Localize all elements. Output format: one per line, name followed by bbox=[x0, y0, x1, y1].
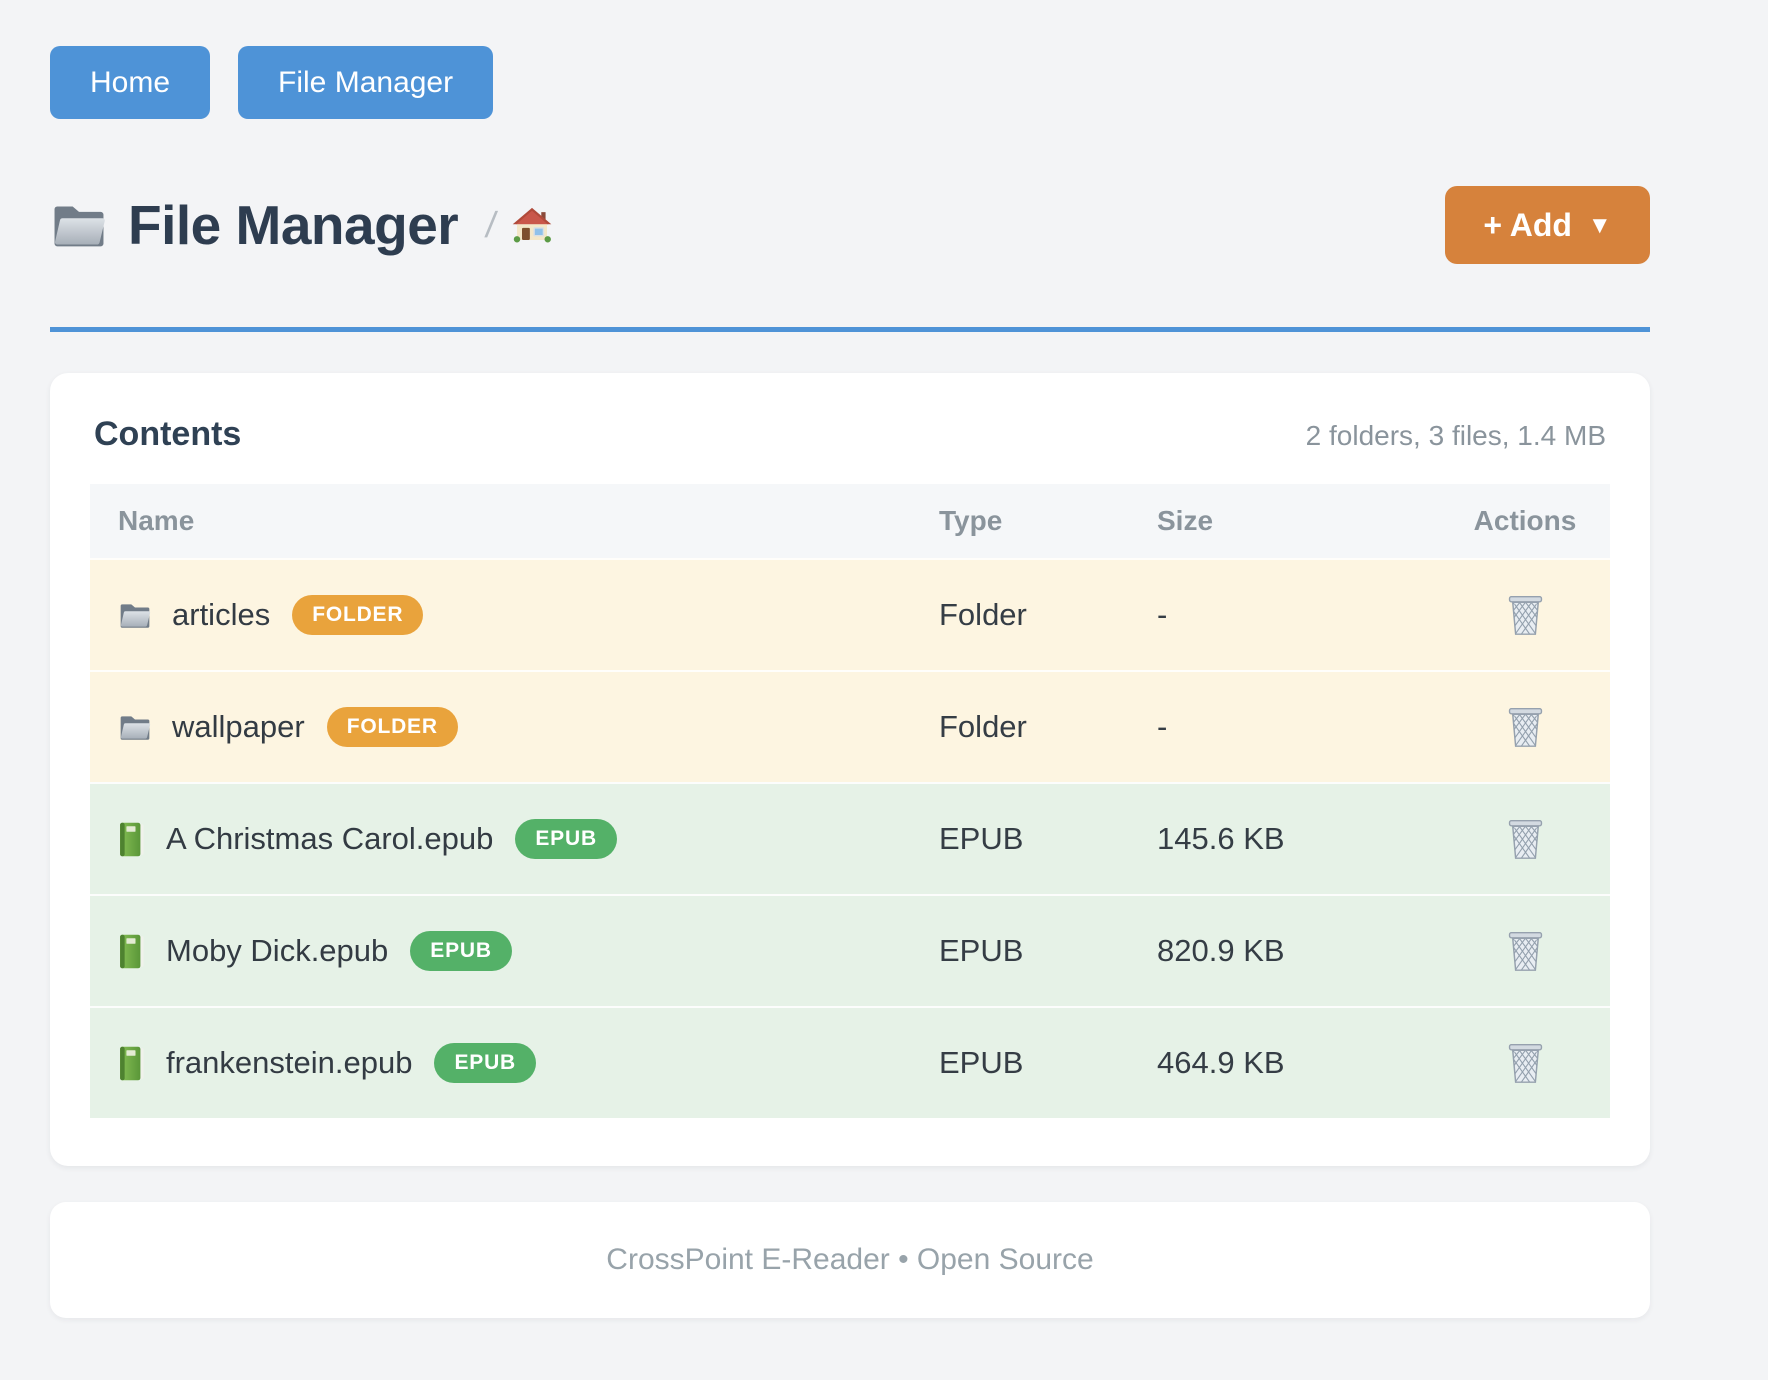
caret-down-icon: ▼ bbox=[1588, 212, 1612, 240]
nav-file-manager-button[interactable]: File Manager bbox=[238, 46, 493, 119]
file-name: frankenstein.epub bbox=[166, 1045, 412, 1081]
file-name: wallpaper bbox=[172, 709, 305, 745]
file-table: Name Type Size Actions articles FOLDER F… bbox=[90, 484, 1610, 1118]
type-cell: Folder bbox=[939, 709, 1157, 745]
table-row[interactable]: A Christmas Carol.epub EPUB EPUB 145.6 K… bbox=[90, 782, 1610, 894]
delete-button[interactable] bbox=[1503, 814, 1548, 864]
page-title: File Manager bbox=[128, 193, 458, 257]
file-manager-page: Home File Manager File Manager / + Add ▼… bbox=[0, 0, 1768, 1380]
actions-cell bbox=[1440, 590, 1610, 640]
name-cell: frankenstein.epub EPUB bbox=[90, 1043, 939, 1083]
trash-icon bbox=[1507, 818, 1544, 860]
column-header-name: Name bbox=[90, 505, 939, 537]
book-icon bbox=[118, 1046, 146, 1081]
contents-card-header: Contents 2 folders, 3 files, 1.4 MB bbox=[90, 415, 1610, 454]
table-row[interactable]: wallpaper FOLDER Folder - bbox=[90, 670, 1610, 782]
actions-cell bbox=[1440, 814, 1610, 864]
file-name: articles bbox=[172, 597, 270, 633]
type-badge: FOLDER bbox=[292, 595, 423, 635]
size-cell: 145.6 KB bbox=[1157, 821, 1440, 857]
file-name: Moby Dick.epub bbox=[166, 933, 388, 969]
type-badge: EPUB bbox=[410, 931, 512, 971]
add-button-label: + Add bbox=[1483, 207, 1572, 244]
footer-text: CrossPoint E-Reader • Open Source bbox=[606, 1243, 1093, 1277]
book-icon bbox=[118, 934, 146, 969]
delete-button[interactable] bbox=[1503, 590, 1548, 640]
size-cell: - bbox=[1157, 709, 1440, 745]
column-header-type: Type bbox=[939, 505, 1157, 537]
page-header: File Manager / + Add ▼ bbox=[50, 183, 1650, 267]
type-cell: EPUB bbox=[939, 933, 1157, 969]
contents-heading: Contents bbox=[94, 415, 241, 454]
nav-home-button[interactable]: Home bbox=[50, 46, 210, 119]
trash-icon bbox=[1507, 930, 1544, 972]
top-nav: Home File Manager bbox=[50, 46, 1650, 119]
contents-summary: 2 folders, 3 files, 1.4 MB bbox=[1306, 420, 1606, 452]
delete-button[interactable] bbox=[1503, 1038, 1548, 1088]
type-cell: EPUB bbox=[939, 1045, 1157, 1081]
table-body: articles FOLDER Folder - wallpaper FOLDE… bbox=[90, 558, 1610, 1118]
table-row[interactable]: Moby Dick.epub EPUB EPUB 820.9 KB bbox=[90, 894, 1610, 1006]
folder-icon bbox=[118, 713, 152, 742]
breadcrumb: File Manager / bbox=[50, 193, 552, 257]
delete-button[interactable] bbox=[1503, 926, 1548, 976]
size-cell: - bbox=[1157, 597, 1440, 633]
type-cell: EPUB bbox=[939, 821, 1157, 857]
type-badge: FOLDER bbox=[327, 707, 458, 747]
name-cell: wallpaper FOLDER bbox=[90, 707, 939, 747]
type-cell: Folder bbox=[939, 597, 1157, 633]
name-cell: Moby Dick.epub EPUB bbox=[90, 931, 939, 971]
name-cell: articles FOLDER bbox=[90, 595, 939, 635]
house-icon bbox=[512, 207, 552, 243]
book-icon bbox=[118, 822, 146, 857]
size-cell: 820.9 KB bbox=[1157, 933, 1440, 969]
folder-icon bbox=[118, 601, 152, 630]
type-badge: EPUB bbox=[515, 819, 617, 859]
contents-card: Contents 2 folders, 3 files, 1.4 MB Name… bbox=[50, 373, 1650, 1166]
breadcrumb-home-link[interactable] bbox=[512, 207, 552, 243]
delete-button[interactable] bbox=[1503, 702, 1548, 752]
breadcrumb-separator: / bbox=[483, 204, 499, 246]
file-name: A Christmas Carol.epub bbox=[166, 821, 493, 857]
table-header-row: Name Type Size Actions bbox=[90, 484, 1610, 558]
type-badge: EPUB bbox=[434, 1043, 536, 1083]
footer: CrossPoint E-Reader • Open Source bbox=[50, 1202, 1650, 1318]
trash-icon bbox=[1507, 706, 1544, 748]
column-header-actions: Actions bbox=[1440, 505, 1610, 537]
header-divider bbox=[50, 327, 1650, 332]
table-row[interactable]: articles FOLDER Folder - bbox=[90, 558, 1610, 670]
size-cell: 464.9 KB bbox=[1157, 1045, 1440, 1081]
actions-cell bbox=[1440, 702, 1610, 752]
trash-icon bbox=[1507, 1042, 1544, 1084]
trash-icon bbox=[1507, 594, 1544, 636]
actions-cell bbox=[1440, 926, 1610, 976]
add-button[interactable]: + Add ▼ bbox=[1445, 186, 1650, 264]
folder-icon bbox=[50, 201, 108, 250]
column-header-size: Size bbox=[1157, 505, 1440, 537]
actions-cell bbox=[1440, 1038, 1610, 1088]
name-cell: A Christmas Carol.epub EPUB bbox=[90, 819, 939, 859]
table-row[interactable]: frankenstein.epub EPUB EPUB 464.9 KB bbox=[90, 1006, 1610, 1118]
